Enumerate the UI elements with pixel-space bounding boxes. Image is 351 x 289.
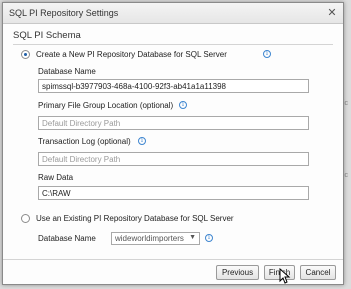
info-icon[interactable]: i: [179, 101, 187, 109]
footer-divider: [3, 259, 343, 260]
raw-data-input[interactable]: [38, 186, 309, 200]
cancel-button[interactable]: Cancel: [300, 265, 336, 280]
dialog-title: SQL PI Repository Settings: [9, 8, 119, 18]
existing-database-select-value: wideworldimporters: [115, 234, 184, 243]
info-icon[interactable]: i: [205, 234, 213, 242]
finish-button[interactable]: Finish: [264, 265, 295, 280]
info-icon[interactable]: i: [263, 50, 271, 58]
background-page-fragment: ic: [343, 100, 349, 107]
existing-database-select[interactable]: wideworldimporters ▼: [111, 232, 200, 245]
existing-database-name-label: Database Name: [38, 234, 96, 243]
create-new-radio[interactable]: [21, 50, 30, 59]
use-existing-label: Use an Existing PI Repository Database f…: [36, 214, 234, 223]
primary-file-group-input[interactable]: [38, 116, 309, 130]
primary-file-group-label: Primary File Group Location (optional): [38, 101, 174, 110]
chevron-down-icon: ▼: [189, 234, 196, 241]
database-name-label: Database Name: [38, 67, 96, 76]
dialog-titlebar: SQL PI Repository Settings ✕: [3, 3, 343, 24]
close-icon[interactable]: ✕: [326, 7, 338, 19]
transaction-log-input[interactable]: [38, 152, 309, 166]
raw-data-label: Raw Data: [38, 173, 74, 182]
background-page-fragment: ic: [343, 172, 349, 179]
sql-pi-repository-settings-dialog: SQL PI Repository Settings ✕ SQL PI Sche…: [2, 2, 344, 285]
section-title: SQL PI Schema: [13, 30, 81, 41]
previous-button[interactable]: Previous: [216, 265, 259, 280]
create-new-label: Create a New PI Repository Database for …: [36, 50, 227, 59]
database-name-input[interactable]: [38, 79, 309, 93]
use-existing-radio[interactable]: [21, 214, 30, 223]
info-icon[interactable]: i: [138, 137, 146, 145]
section-divider: [13, 44, 333, 45]
transaction-log-label: Transaction Log (optional): [38, 137, 131, 146]
